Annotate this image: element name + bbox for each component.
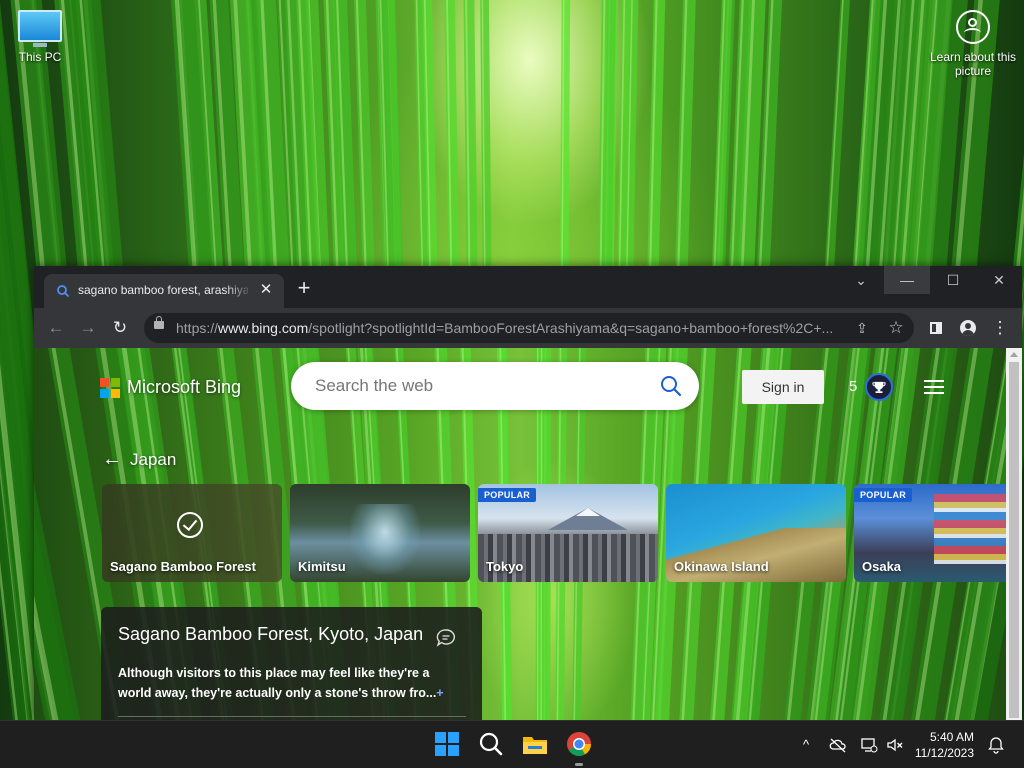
reload-button[interactable]: ↻ [108,316,132,340]
search-box[interactable] [291,362,699,410]
lock-icon[interactable] [154,316,164,329]
new-tab-button[interactable]: + [294,277,314,299]
close-window-button[interactable]: ✕ [976,266,1022,294]
hamburger-menu-icon[interactable] [924,380,944,394]
taskbar-search-icon[interactable] [476,729,506,759]
clock-time: 5:40 AM [929,730,974,744]
search-icon[interactable] [659,374,683,398]
card-label: Sagano Bamboo Forest [110,559,256,574]
card-label: Okinawa Island [674,559,769,574]
browser-menu-icon[interactable]: ⋮ [988,316,1012,340]
taskbar: ^ 5:40 AM 11/12/2023 [0,720,1024,768]
clock-date: 11/12/2023 [914,746,974,760]
onedrive-cloud-icon[interactable] [828,735,848,755]
start-windows-icon[interactable] [432,729,462,759]
share-icon[interactable]: ⇪ [850,316,874,340]
info-card-title: Sagano Bamboo Forest, Kyoto, Japan [118,624,424,644]
volume-muted-icon[interactable] [885,735,905,755]
divider [118,716,466,717]
maximize-button[interactable]: ☐ [930,266,976,294]
page-scrollbar[interactable] [1006,348,1022,720]
tab-title: sagano bamboo forest, arashiyama [78,283,248,297]
browser-window: sagano bamboo forest, arashiyama ✕ + ⌄ —… [34,266,1022,720]
bing-search-favicon [57,285,70,298]
waterfall-image [350,504,420,574]
rewards-trophy-icon[interactable] [865,373,893,401]
card-osaka[interactable]: POPULAR Osaka [854,484,1006,582]
network-icon[interactable] [859,735,879,755]
show-hidden-icons-chevron-icon[interactable]: ^ [796,735,816,755]
card-kimitsu[interactable]: Kimitsu [290,484,470,582]
profile-avatar-icon[interactable] [956,316,980,340]
side-panel-icon[interactable] [924,316,948,340]
card-okinawa-island[interactable]: Okinawa Island [666,484,846,582]
bing-spotlight-page: Microsoft Bing Sign in 5 ← Japan [34,348,1006,720]
back-arrow-icon: ← [102,448,122,470]
tab-strip: sagano bamboo forest, arashiyama ✕ + ⌄ —… [34,266,1022,308]
read-more-plus-icon[interactable]: + [436,686,443,700]
tab-close-icon[interactable]: ✕ [258,282,274,298]
tab-search-chevron-icon[interactable]: ⌄ [838,266,884,294]
bookmark-star-icon[interactable]: ☆ [884,316,908,340]
browser-toolbar: ← → ↻ https://www.bing.com/spotlight?spo… [34,308,1022,348]
card-label: Kimitsu [298,559,346,574]
learn-about-picture-label: Learn about this picture [929,50,1017,78]
microsoft-logo-icon [100,378,120,398]
this-pc-desktop-icon[interactable]: This PC [10,10,70,64]
file-explorer-icon[interactable] [520,729,550,759]
camera-info-icon [956,10,990,44]
running-app-indicator [575,763,583,766]
forward-button[interactable]: → [76,316,100,340]
minimize-button[interactable]: — [884,266,930,294]
monitor-icon [18,10,62,42]
notification-bell-icon[interactable] [986,735,1006,755]
back-link-label: Japan [130,450,177,469]
osaka-neon-signs-image [934,494,1006,564]
tokyo-skyline-image [478,534,658,582]
search-input[interactable] [313,374,647,398]
card-label: Osaka [862,559,902,574]
rewards-points[interactable]: 5 [849,378,857,395]
url-text[interactable]: https://www.bing.com/spotlight?spotlight… [176,320,848,336]
system-clock[interactable]: 5:40 AM 11/12/2023 [912,729,974,761]
bing-logo-text: Microsoft Bing [127,377,242,397]
chrome-icon[interactable] [564,729,594,759]
scrollbar-thumb[interactable] [1009,362,1019,718]
popular-badge: POPULAR [854,488,913,502]
spotlight-info-card: Sagano Bamboo Forest, Kyoto, Japan Altho… [101,607,482,720]
learn-about-picture-icon[interactable]: Learn about this picture [928,10,1018,78]
checkmark-icon [177,512,203,538]
this-pc-label: This PC [18,50,62,64]
card-label: Tokyo [486,559,524,574]
popular-badge: POPULAR [478,488,537,502]
chat-bubble-icon[interactable] [436,628,456,648]
back-button[interactable]: ← [44,316,68,340]
card-tokyo[interactable]: POPULAR Tokyo [478,484,658,582]
address-bar[interactable]: https://www.bing.com/spotlight?spotlight… [144,313,914,343]
scroll-up-arrow-icon[interactable] [1010,352,1018,357]
info-card-description: Although visitors to this place may feel… [118,666,444,700]
sign-in-button[interactable]: Sign in [742,370,824,404]
browser-tab-active[interactable]: sagano bamboo forest, arashiyama ✕ [44,274,284,308]
card-sagano-bamboo-forest[interactable]: Sagano Bamboo Forest [102,484,282,582]
